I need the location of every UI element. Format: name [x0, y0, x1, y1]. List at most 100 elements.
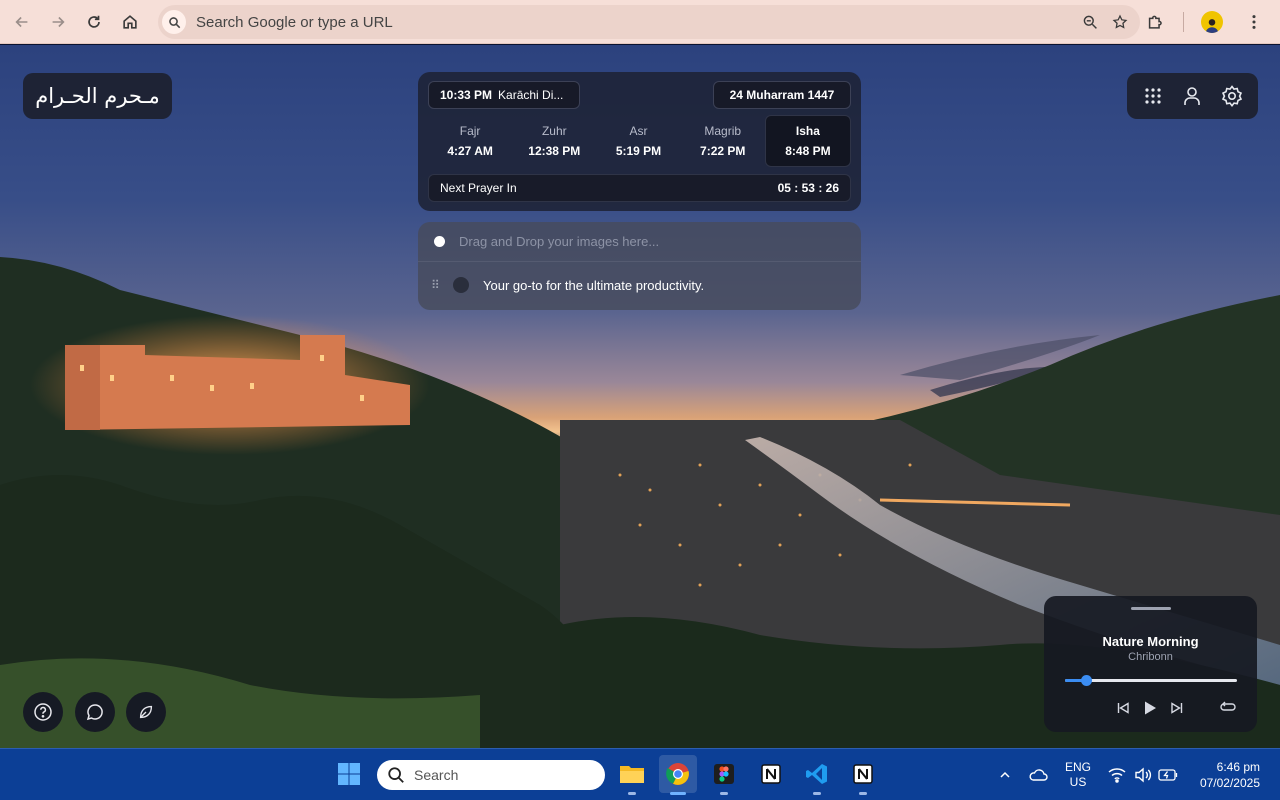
- notion-app[interactable]: [752, 755, 790, 793]
- help-button[interactable]: [23, 692, 63, 732]
- prayer-time: 12:38 PM: [528, 144, 581, 158]
- current-time-pill: 10:33 PM Karāchi Di...: [428, 81, 580, 109]
- prayer-list: Fajr 4:27 AM Zuhr 12:38 PM Asr 5:19 PM M…: [428, 115, 852, 167]
- running-indicator: [813, 792, 821, 795]
- chrome-icon: [666, 763, 689, 785]
- onedrive-button[interactable]: [1028, 765, 1048, 785]
- logo-badge[interactable]: مـحرم الحـرام: [23, 73, 172, 119]
- chevron-up-icon: [1000, 771, 1010, 778]
- top-right-toolbar: [1127, 73, 1258, 119]
- wifi-button[interactable]: [1107, 765, 1127, 785]
- chat-button[interactable]: [75, 692, 115, 732]
- prayer-item: Zuhr 12:38 PM: [512, 115, 596, 167]
- back-icon: [15, 16, 28, 28]
- notion-app[interactable]: [844, 755, 882, 795]
- taskbar-search[interactable]: Search: [377, 760, 605, 790]
- drag-handle-icon[interactable]: ⠿: [431, 279, 443, 291]
- help-icon: [34, 703, 52, 721]
- toolbar-separator: [1183, 12, 1184, 32]
- prayer-item-active: Isha 8:48 PM: [764, 115, 852, 167]
- track-title: Nature Morning: [1102, 634, 1199, 649]
- home-button[interactable]: [112, 4, 148, 40]
- start-button[interactable]: [330, 755, 368, 793]
- repeat-icon: [1220, 701, 1236, 711]
- todo-input-row: [418, 222, 861, 262]
- chrome-app[interactable]: [659, 755, 697, 795]
- omnibox[interactable]: [158, 5, 1140, 39]
- battery-button[interactable]: [1158, 765, 1178, 785]
- prayer-name: Zuhr: [541, 124, 567, 138]
- prayer-name: Magrib: [704, 124, 742, 138]
- extensions-icon: [1148, 15, 1162, 29]
- profile-avatar: [1201, 11, 1223, 33]
- hijri-date-pill: 24 Muharram 1447: [713, 81, 851, 109]
- prayer-time: 5:19 PM: [615, 144, 662, 158]
- windows-logo-icon: [338, 763, 360, 785]
- back-button[interactable]: [4, 4, 40, 40]
- todo-item[interactable]: ⠿ Your go-to for the ultimate productivi…: [418, 262, 861, 308]
- hijri-date: 24 Muharram 1447: [729, 88, 835, 102]
- player-drag-handle[interactable]: [1131, 607, 1171, 610]
- todo-item-text: Your go-to for the ultimate productivity…: [483, 277, 705, 293]
- music-player: Nature Morning Chribonn: [1044, 596, 1257, 732]
- language-indicator[interactable]: ENG US: [1062, 759, 1094, 791]
- zoom-icon: [1083, 15, 1097, 29]
- show-hidden-icons-button[interactable]: [995, 765, 1015, 785]
- omnibox-input[interactable]: [196, 13, 1056, 31]
- notion-icon: [853, 764, 873, 784]
- windows-taskbar: Search ENG US 6:46 pm 07/02/2025: [0, 748, 1280, 800]
- vscode-app[interactable]: [798, 755, 836, 795]
- forward-button[interactable]: [40, 4, 76, 40]
- settings-icon: [1222, 85, 1243, 108]
- language-line2: US: [1069, 775, 1087, 789]
- user-button[interactable]: [1177, 81, 1207, 111]
- apps-grid-button[interactable]: [1138, 81, 1168, 111]
- next-prayer-bar: Next Prayer In 05 : 53 : 26: [428, 174, 851, 202]
- prayer-times-widget: 10:33 PM Karāchi Di... 24 Muharram 1447 …: [418, 72, 861, 211]
- leaf-icon: [139, 705, 153, 719]
- volume-button[interactable]: [1133, 765, 1153, 785]
- todo-input-dot: [434, 236, 445, 247]
- settings-button[interactable]: [1217, 81, 1247, 111]
- search-icon: [162, 10, 186, 34]
- zoom-button[interactable]: [1078, 10, 1102, 34]
- cloud-icon: [1029, 769, 1048, 781]
- reload-button[interactable]: [76, 4, 112, 40]
- running-indicator: [628, 792, 636, 795]
- prayer-time: 7:22 PM: [700, 144, 746, 158]
- next-icon: [1171, 702, 1183, 714]
- todo-input[interactable]: [459, 234, 839, 249]
- previous-icon: [1117, 702, 1129, 714]
- running-indicator: [670, 792, 686, 795]
- clock-time: 6:46 pm: [1216, 760, 1260, 774]
- previous-track-button[interactable]: [1114, 699, 1132, 717]
- file-explorer-app[interactable]: [613, 755, 651, 795]
- figma-app[interactable]: [705, 755, 743, 795]
- leaf-button[interactable]: [126, 692, 166, 732]
- track-artist: Chribonn: [1128, 651, 1173, 663]
- todo-checkbox[interactable]: [453, 277, 469, 293]
- prayer-name: Isha: [795, 124, 820, 138]
- progress-slider[interactable]: [1065, 675, 1237, 686]
- prayer-time: 4:27 AM: [447, 144, 493, 158]
- search-icon: [388, 767, 404, 783]
- figma-icon: [714, 764, 734, 784]
- next-prayer-label: Next Prayer In: [440, 181, 517, 195]
- system-clock[interactable]: 6:46 pm 07/02/2025: [1190, 749, 1260, 800]
- running-indicator: [720, 792, 728, 795]
- more-button[interactable]: [1236, 4, 1272, 40]
- forward-icon: [52, 16, 65, 28]
- volume-icon: [1135, 767, 1152, 783]
- play-button[interactable]: [1141, 699, 1159, 717]
- current-city: Karāchi Di...: [498, 88, 564, 102]
- next-track-button[interactable]: [1168, 699, 1186, 717]
- home-icon: [123, 15, 137, 29]
- progress-knob[interactable]: [1080, 675, 1092, 686]
- current-time: 10:33 PM: [440, 88, 493, 102]
- profile-button[interactable]: [1194, 4, 1230, 40]
- extensions-button[interactable]: [1137, 4, 1173, 40]
- repeat-button[interactable]: [1219, 699, 1237, 717]
- vscode-icon: [806, 764, 827, 784]
- bookmark-button[interactable]: [1108, 10, 1132, 34]
- prayer-name: Fajr: [459, 124, 481, 138]
